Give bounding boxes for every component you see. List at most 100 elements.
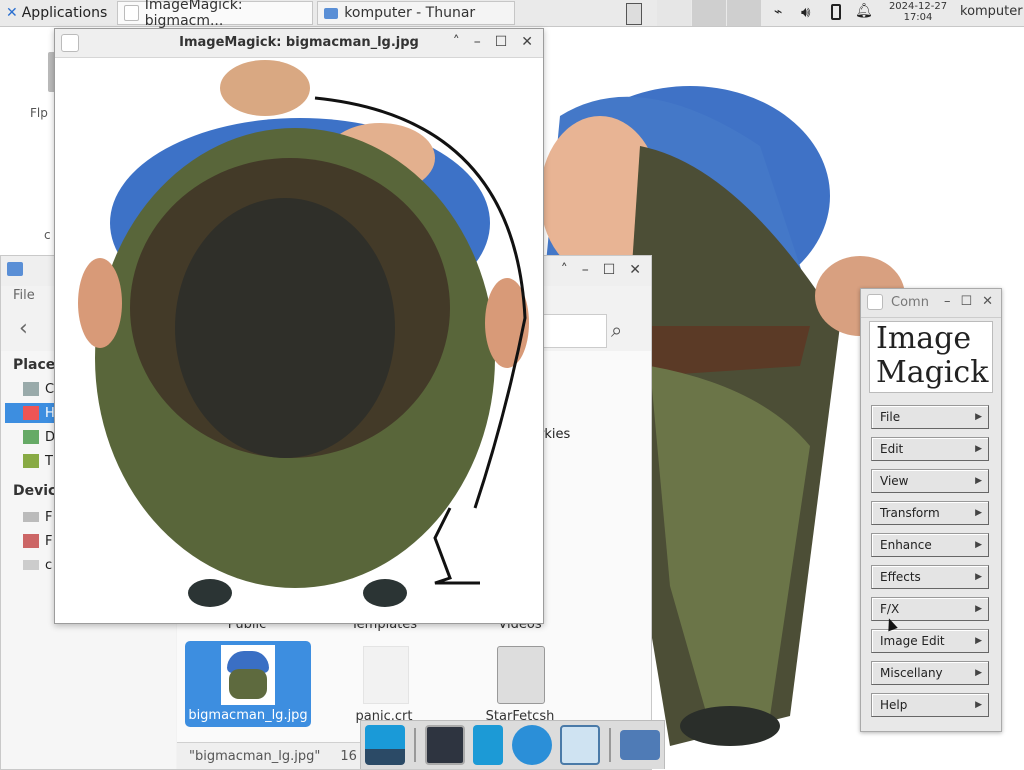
status-filename: "bigmacman_lg.jpg" [189,748,321,764]
logo-line-2: Magick [876,355,989,390]
minimize-icon[interactable]: – [944,294,951,309]
home-icon [23,406,39,420]
status-size: 16 [340,748,357,764]
image-canvas[interactable] [55,58,543,623]
maximize-icon[interactable]: ☐ [495,34,508,50]
folder-task-icon [324,7,339,19]
volume-icon[interactable]: 🔊︎ [801,3,810,21]
folder-window-icon [7,262,23,276]
sidebar-item-label: C [45,381,55,397]
menu-file[interactable]: File [13,288,35,303]
command-button-help[interactable]: Help ▶ [871,693,989,717]
file-icon [363,646,409,704]
file-manager-icon[interactable] [473,725,504,765]
minimize-icon[interactable]: – [582,262,589,278]
dock-separator [413,728,416,762]
submenu-arrow-icon: ▶ [975,572,982,582]
sidebar-item-label: F [45,509,53,525]
search-icon[interactable]: ⌕ [611,318,622,342]
close-icon[interactable]: ✕ [629,262,641,278]
command-titlebar[interactable]: Comn – ☐ ✕ [861,289,1001,318]
terminal-icon[interactable] [424,725,465,765]
close-icon[interactable]: ✕ [982,294,993,309]
button-label: Image Edit [880,634,945,648]
maximize-icon[interactable]: ☐ [960,294,972,309]
imagemagick-command-window: Comn – ☐ ✕ Image Magick File ▶ Edit ▶ View… [860,288,1002,732]
web-browser-icon[interactable] [511,725,552,765]
command-button-view[interactable]: View ▶ [871,469,989,493]
maximize-chevron-icon[interactable]: ˄ [561,262,568,278]
top-panel: ✕ Applications ImageMagick: bigmacm... k… [0,0,1024,29]
show-desktop-icon[interactable] [365,725,406,765]
selected-file-label: bigmacman_lg.jpg [188,708,308,723]
workspace-1[interactable] [656,0,691,26]
floppy-icon [23,534,39,548]
desktop-icon-label: c [44,228,51,242]
submenu-arrow-icon: ▶ [975,540,982,550]
shade-icon[interactable]: ˄ [453,34,460,50]
drive-icon [23,512,39,522]
imagemagick-task-icon [124,5,139,21]
task-thunar[interactable]: komputer - Thunar [317,1,516,25]
sidebar-item-label: F [45,533,53,549]
devices-header: Devic [13,483,57,499]
notification-bell-icon[interactable]: 🔔︎ [855,3,873,19]
imagemagick-viewer-window: ImageMagick: bigmacman_lg.jpg ˄ – ☐ ✕ [54,28,544,624]
task-imagemagick-label: ImageMagick: bigmacm... [144,0,243,29]
command-button-image-edit[interactable]: Image Edit ▶ [871,629,989,653]
script-file-icon [497,646,545,704]
clock[interactable]: 2024-12-27 17:04 [880,1,956,23]
command-button-enhance[interactable]: Enhance ▶ [871,533,989,557]
button-label: Miscellany [880,666,943,680]
user-menu[interactable]: komputer [960,4,1023,19]
button-label: Help [880,698,908,712]
xfce-logo-icon: ✕ [6,5,18,21]
command-window-title: Comn [891,295,929,310]
button-label: Edit [880,442,904,456]
submenu-arrow-icon: ▶ [975,700,982,710]
command-button-miscellany[interactable]: Miscellany ▶ [871,661,989,685]
workspace-pager[interactable] [656,0,761,26]
network-icon[interactable]: ⌁ [774,4,782,20]
submenu-arrow-icon: ▶ [975,412,982,422]
button-label: Enhance [880,538,932,552]
workspace-2[interactable] [691,0,726,26]
close-icon[interactable]: ✕ [521,34,533,50]
applications-menu[interactable]: ✕ Applications [0,0,113,26]
applications-label: Applications [21,5,108,21]
location-field[interactable] [541,314,607,348]
submenu-arrow-icon: ▶ [975,444,982,454]
minimize-icon[interactable]: – [474,34,481,50]
submenu-arrow-icon: ▶ [975,508,982,518]
workspace-3[interactable] [726,0,761,26]
button-label: Effects [880,570,921,584]
file-bigmacman-selected[interactable]: bigmacman_lg.jpg [185,641,311,727]
command-button-transform[interactable]: Transform ▶ [871,501,989,525]
dock [360,720,665,769]
command-button-effects[interactable]: Effects ▶ [871,565,989,589]
maximize-icon[interactable]: ☐ [603,262,616,278]
clock-date: 2024-12-27 [888,1,948,12]
imagemagick-titlebar[interactable]: ImageMagick: bigmacman_lg.jpg ˄ – ☐ ✕ [55,29,543,58]
battery-icon[interactable] [831,4,841,20]
app-finder-icon[interactable] [560,725,601,765]
desktop-icon [23,430,39,444]
task-thunar-label: komputer - Thunar [344,5,476,21]
command-button-file[interactable]: File ▶ [871,405,989,429]
button-label: Transform [880,506,940,520]
window-indicator-icon[interactable] [626,3,642,25]
sidebar-item-label: c [45,557,53,573]
back-icon[interactable]: ‹ [19,316,28,341]
button-label: F/X [880,602,900,616]
folder-icon[interactable] [619,730,660,760]
imagemagick-logo: Image Magick [869,321,993,393]
clock-time: 17:04 [903,12,933,23]
desktop-icon-label: Flp [30,106,48,120]
button-label: File [880,410,901,424]
command-button-edit[interactable]: Edit ▶ [871,437,989,461]
dock-separator [609,728,612,762]
disc-icon [23,560,39,570]
submenu-arrow-icon: ▶ [975,476,982,486]
task-imagemagick[interactable]: ImageMagick: bigmacm... [117,0,314,29]
command-window-icon [867,294,883,310]
